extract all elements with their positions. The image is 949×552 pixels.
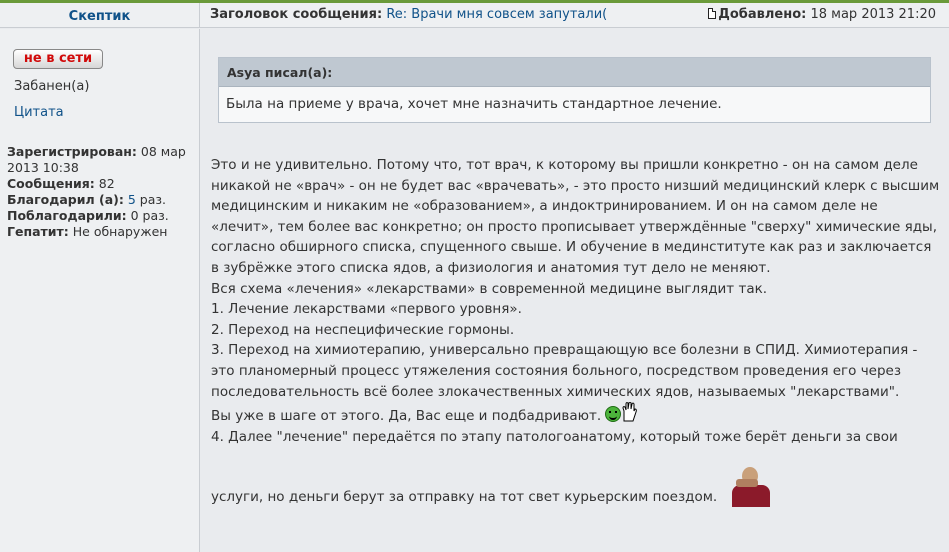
author-profile: не в сети Забанен(а) Цитата Зарегистриро… — [0, 29, 200, 552]
facepalm-icon — [728, 467, 774, 508]
hepatitis-row: Гепатит: Не обнаружен — [7, 224, 168, 239]
profile-stats: Зарегистрирован: 08 мар 2013 10:38 Сообщ… — [7, 144, 197, 240]
post-author-link[interactable]: Скептик — [69, 9, 131, 24]
forum-post: Скептик Заголовок сообщения: Re: Врачи м… — [0, 3, 949, 552]
post-paragraph: 3. Переход на химиотерапию, универсально… — [211, 342, 918, 400]
post-date: Добавлено: 18 мар 2013 21:20 — [708, 3, 936, 28]
subject-value: Re: Врачи мня совсем запутали( — [386, 7, 608, 22]
subject-label: Заголовок сообщения: — [210, 7, 383, 22]
post-text: Это и не удивительно. Потому что, тот вр… — [211, 155, 941, 508]
thanked-count-link[interactable]: 5 — [128, 192, 136, 207]
banned-status: Забанен(а) — [14, 79, 90, 94]
post-author-cell: Скептик — [0, 3, 200, 28]
post-body: Asya писал(а): Была на приеме у врача, х… — [201, 29, 949, 552]
quote-text: Была на приеме у врача, хочет мне назнач… — [226, 96, 722, 112]
post-paragraph: 2. Переход на неспецифические гормоны. — [211, 321, 515, 338]
quote-block: Asya писал(а): Была на приеме у врача, х… — [218, 57, 931, 123]
document-icon[interactable] — [708, 8, 717, 19]
added-value: 18 мар 2013 21:20 — [810, 7, 936, 22]
post-subject: Заголовок сообщения: Re: Врачи мня совсе… — [210, 3, 607, 28]
quote-link[interactable]: Цитата — [14, 105, 64, 120]
post-paragraph: 1. Лечение лекарствами «первого уровня». — [211, 301, 522, 318]
posts-row: Сообщения: 82 — [7, 176, 115, 191]
post-paragraph: Вся схема «лечения» «лекарствами» в совр… — [211, 280, 768, 297]
applause-smiley-icon — [605, 402, 641, 424]
added-label: Добавлено: — [718, 7, 807, 22]
thanked-row: Благодарил (а): 5 раз. — [7, 192, 166, 207]
post-paragraph: Вы уже в шаге от этого. Да, Вас еще и по… — [211, 402, 941, 427]
offline-status-badge: не в сети — [13, 49, 103, 69]
post-paragraph: 4. Далее "лечение" передаётся по этапу п… — [211, 428, 898, 445]
thanked-by-row: Поблагодарили: 0 раз. — [7, 208, 169, 223]
registered-row: Зарегистрирован: 08 мар 2013 10:38 — [7, 144, 186, 175]
post-header: Скептик Заголовок сообщения: Re: Врачи м… — [0, 3, 949, 28]
post-paragraph: услуги, но деньги берут за отправку на т… — [211, 467, 941, 508]
quote-author: Asya писал(а): — [219, 58, 930, 87]
post-paragraph: Это и не удивительно. Потому что, тот вр… — [211, 157, 940, 276]
